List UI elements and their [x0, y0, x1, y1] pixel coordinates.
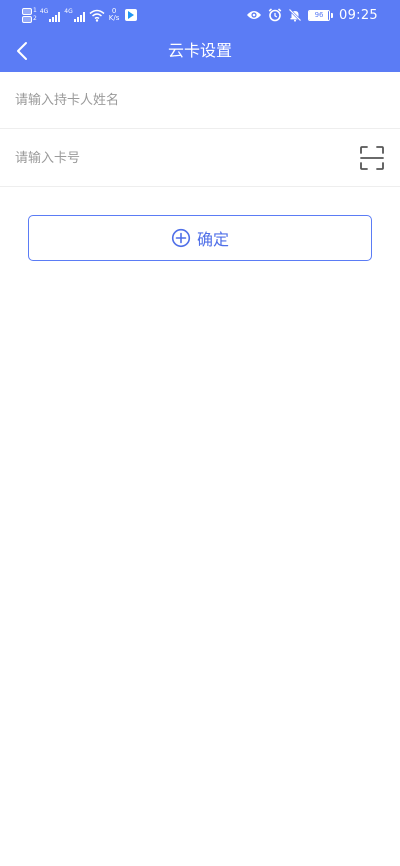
page-title: 云卡设置 — [167, 41, 232, 60]
battery-icon: 96 — [308, 9, 334, 21]
header: 1 2 4G 4G 0 K/s 96 09:25 云卡设置 — [0, 0, 400, 72]
wifi-icon — [89, 9, 105, 22]
scan-button[interactable] — [358, 144, 386, 172]
card-number-input[interactable] — [15, 130, 335, 187]
network-speed: 0 K/s — [109, 8, 120, 22]
app-screen: 1 2 4G 4G 0 K/s 96 09:25 云卡设置 请输入持卡人姓名 请… — [0, 0, 400, 866]
status-left: 1 2 4G 4G 0 K/s — [22, 5, 138, 25]
scan-icon — [360, 146, 384, 170]
plus-circle-icon — [171, 228, 191, 248]
cardholder-name-input[interactable] — [15, 72, 335, 129]
mute-icon — [288, 8, 302, 22]
sim-icon: 1 2 — [22, 7, 37, 23]
signal-icon-2: 4G — [64, 8, 85, 22]
alarm-icon — [268, 8, 282, 22]
status-bar: 1 2 4G 4G 0 K/s 96 09:25 — [0, 0, 400, 30]
speed-unit: K/s — [108, 14, 120, 22]
network-label-2: 4G — [64, 8, 73, 15]
confirm-button[interactable]: 确定 — [28, 215, 372, 261]
status-right: 96 09:25 — [246, 6, 378, 24]
battery-level: 96 — [314, 10, 324, 19]
notification-icon — [125, 9, 138, 21]
confirm-label: 确定 — [196, 230, 229, 249]
status-time: 09:25 — [339, 7, 378, 23]
signal-icon-1: 4G — [39, 8, 61, 22]
cardholder-name-row — [0, 72, 400, 129]
nav-bar: 云卡设置 — [0, 30, 400, 72]
eye-icon — [247, 11, 262, 19]
network-label-1: 4G — [39, 8, 49, 15]
card-number-row — [0, 130, 400, 187]
